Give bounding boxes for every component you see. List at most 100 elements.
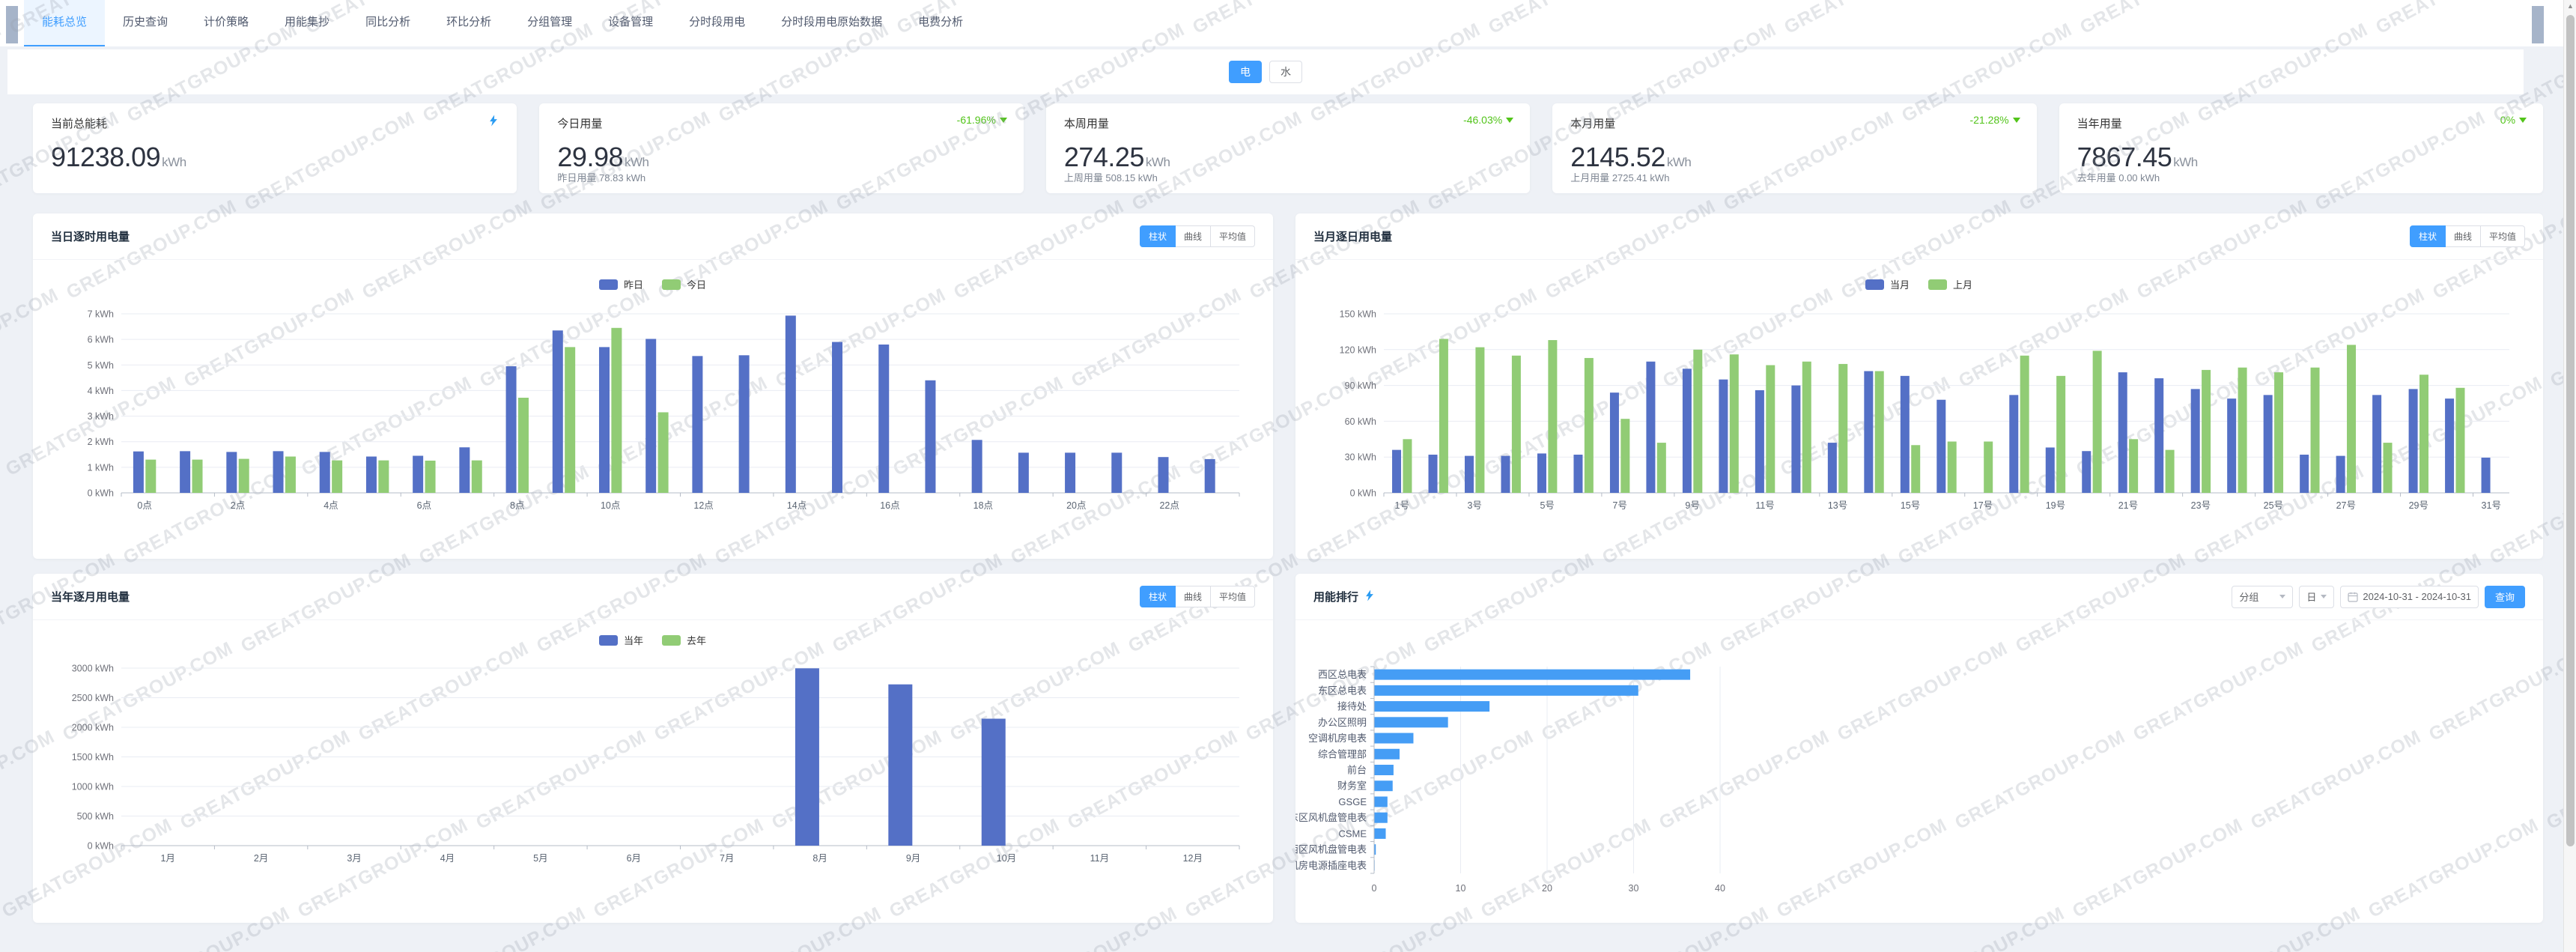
svg-text:1500 kWh: 1500 kWh <box>72 752 114 762</box>
svg-text:120 kWh: 120 kWh <box>1340 345 1376 355</box>
chart-mode-button[interactable]: 曲线 <box>1176 586 1211 607</box>
scrollbar-up-arrow[interactable]: ▲ <box>2564 0 2576 13</box>
chart-mode-button[interactable]: 曲线 <box>1176 225 1211 247</box>
scrollbar-thumb[interactable] <box>2566 15 2575 846</box>
period-select[interactable]: 日 <box>2299 586 2334 608</box>
nav-tab-2[interactable]: 计价策略 <box>186 0 267 46</box>
svg-text:29号: 29号 <box>2409 500 2428 511</box>
stat-subtext: 去年用量 0.00 kWh <box>2077 170 2160 184</box>
svg-text:23号: 23号 <box>2191 500 2211 511</box>
svg-text:6 kWh: 6 kWh <box>88 335 114 345</box>
nav-tab-3[interactable]: 用能集抄 <box>267 0 347 46</box>
energy-type-toggle: 电水 <box>7 49 2524 94</box>
svg-text:2点: 2点 <box>231 500 245 511</box>
stat-percent-badge: -46.03% <box>1463 114 1513 126</box>
chevron-down-icon <box>2279 595 2285 598</box>
chart-mode-button[interactable]: 平均值 <box>2481 225 2525 247</box>
query-button[interactable]: 查询 <box>2485 586 2525 608</box>
svg-text:500 kWh: 500 kWh <box>77 811 114 822</box>
stat-card-title: 本月用量 <box>1570 115 2018 131</box>
chart-mode-button[interactable]: 平均值 <box>1211 586 1255 607</box>
svg-text:昨日: 昨日 <box>624 279 643 291</box>
svg-text:18点: 18点 <box>973 500 993 511</box>
nav-tab-5[interactable]: 环比分析 <box>428 0 509 46</box>
chart-mode-button[interactable]: 柱状 <box>1140 586 1176 607</box>
nav-tab-6[interactable]: 分组管理 <box>509 0 590 46</box>
stat-card-title: 当年用量 <box>2077 115 2525 131</box>
svg-text:2500 kWh: 2500 kWh <box>72 693 114 703</box>
svg-text:GSGE: GSGE <box>1338 796 1367 807</box>
svg-text:4月: 4月 <box>440 853 455 864</box>
svg-text:13号: 13号 <box>1828 500 1847 511</box>
panel-hourly-header: 当日逐时用电量 柱状曲线平均值 <box>33 213 1273 260</box>
svg-text:10月: 10月 <box>997 853 1016 864</box>
panel-monthly-header: 当年逐月用电量 柱状曲线平均值 <box>33 574 1273 620</box>
svg-text:21号: 21号 <box>2118 500 2138 511</box>
svg-text:3 kWh: 3 kWh <box>88 411 114 422</box>
panel-daily-title: 当月逐日用电量 <box>1313 228 1392 244</box>
nav-tab-1[interactable]: 历史查询 <box>105 0 186 46</box>
svg-text:CSME: CSME <box>1338 828 1367 839</box>
svg-text:1号: 1号 <box>1395 500 1409 511</box>
svg-text:西区总电表: 西区总电表 <box>1318 669 1367 680</box>
chart-mode-button[interactable]: 平均值 <box>1211 225 1255 247</box>
svg-text:40: 40 <box>1715 883 1725 894</box>
svg-text:9号: 9号 <box>1685 500 1699 511</box>
energy-toggle-option-0[interactable]: 电 <box>1229 61 1262 83</box>
chart-mode-switch: 柱状曲线平均值 <box>2410 225 2525 247</box>
date-range-picker[interactable]: 2024-10-31 - 2024-10-31 <box>2340 586 2479 608</box>
trend-down-icon <box>2013 118 2020 123</box>
svg-text:去年: 去年 <box>687 635 706 646</box>
svg-text:7号: 7号 <box>1612 500 1626 511</box>
nav-tab-9[interactable]: 分时段用电原始数据 <box>763 0 900 46</box>
nav-tab-7[interactable]: 设备管理 <box>590 0 671 46</box>
svg-text:7 kWh: 7 kWh <box>88 309 114 320</box>
svg-text:22点: 22点 <box>1159 500 1179 511</box>
group-select[interactable]: 分组 <box>2232 586 2293 608</box>
svg-text:5号: 5号 <box>1540 500 1554 511</box>
stat-subtext: 上周用量 508.15 kWh <box>1064 170 1158 184</box>
svg-text:前台: 前台 <box>1347 765 1367 776</box>
svg-text:11月: 11月 <box>1090 853 1109 864</box>
svg-text:空调机房电表: 空调机房电表 <box>1308 733 1367 744</box>
scroll-thumb-right[interactable] <box>2532 6 2544 43</box>
stat-card-title: 本周用量 <box>1064 115 1512 131</box>
hourly-usage-chart[interactable]: 0 kWh1 kWh2 kWh3 kWh4 kWh5 kWh6 kWh7 kWh… <box>33 260 1273 554</box>
chart-mode-button[interactable]: 曲线 <box>2446 225 2481 247</box>
svg-text:0 kWh: 0 kWh <box>88 488 114 499</box>
energy-ranking-chart[interactable]: 010203040西区总电表东区总电表接待处办公区照明空调机房电表综合管理部前台… <box>1295 620 1820 912</box>
stat-percent-badge: -21.28% <box>1969 114 2020 126</box>
nav-tab-10[interactable]: 电费分析 <box>900 0 981 46</box>
svg-text:2000 kWh: 2000 kWh <box>72 723 114 733</box>
svg-text:0 kWh: 0 kWh <box>88 841 114 852</box>
panel-daily-header: 当月逐日用电量 柱状曲线平均值 <box>1295 213 2543 260</box>
svg-text:14点: 14点 <box>787 500 806 511</box>
daily-usage-chart[interactable]: 0 kWh30 kWh60 kWh90 kWh120 kWh150 kWh1号3… <box>1295 260 2543 554</box>
chart-mode-button[interactable]: 柱状 <box>2410 225 2446 247</box>
panel-hourly-title: 当日逐时用电量 <box>51 228 130 244</box>
panel-ranking-header: 用能排行 分组 日 2024-10-31 - 2024-10-31 <box>1295 574 2543 620</box>
scroll-thumb-left[interactable] <box>6 6 18 43</box>
panel-energy-ranking: 用能排行 分组 日 2024-10-31 - 2024-10-31 <box>1295 574 2543 923</box>
svg-text:当月: 当月 <box>1890 279 1910 291</box>
stat-value: 7867.45kWh <box>2077 142 2525 173</box>
nav-tab-4[interactable]: 同比分析 <box>347 0 428 46</box>
svg-text:20: 20 <box>1542 883 1552 894</box>
panel-daily-usage: 当月逐日用电量 柱状曲线平均值 0 kWh30 kWh60 kWh90 kWh1… <box>1295 213 2543 559</box>
chart-mode-button[interactable]: 柱状 <box>1140 225 1176 247</box>
energy-toggle-option-1[interactable]: 水 <box>1269 61 1302 83</box>
panel-ranking-title: 用能排行 <box>1313 589 1376 605</box>
svg-text:10点: 10点 <box>601 500 620 511</box>
nav-tab-8[interactable]: 分时段用电 <box>671 0 763 46</box>
svg-text:1000 kWh: 1000 kWh <box>72 782 114 792</box>
ranking-controls: 分组 日 2024-10-31 - 2024-10-31 查询 <box>2232 586 2525 608</box>
svg-text:5月: 5月 <box>533 853 547 864</box>
svg-text:15号: 15号 <box>1901 500 1920 511</box>
svg-text:30: 30 <box>1629 883 1639 894</box>
svg-text:8点: 8点 <box>510 500 524 511</box>
monthly-usage-chart[interactable]: 0 kWh 500 kWh 1000 kWh 1500 kWh 2000 kWh 2500… <box>33 620 1273 915</box>
browser-scrollbar[interactable]: ▲ <box>2563 0 2576 952</box>
nav-tab-0[interactable]: 能耗总览 <box>24 0 105 46</box>
panel-ranking-title-text: 用能排行 <box>1313 589 1358 604</box>
svg-text:4点: 4点 <box>323 500 338 511</box>
